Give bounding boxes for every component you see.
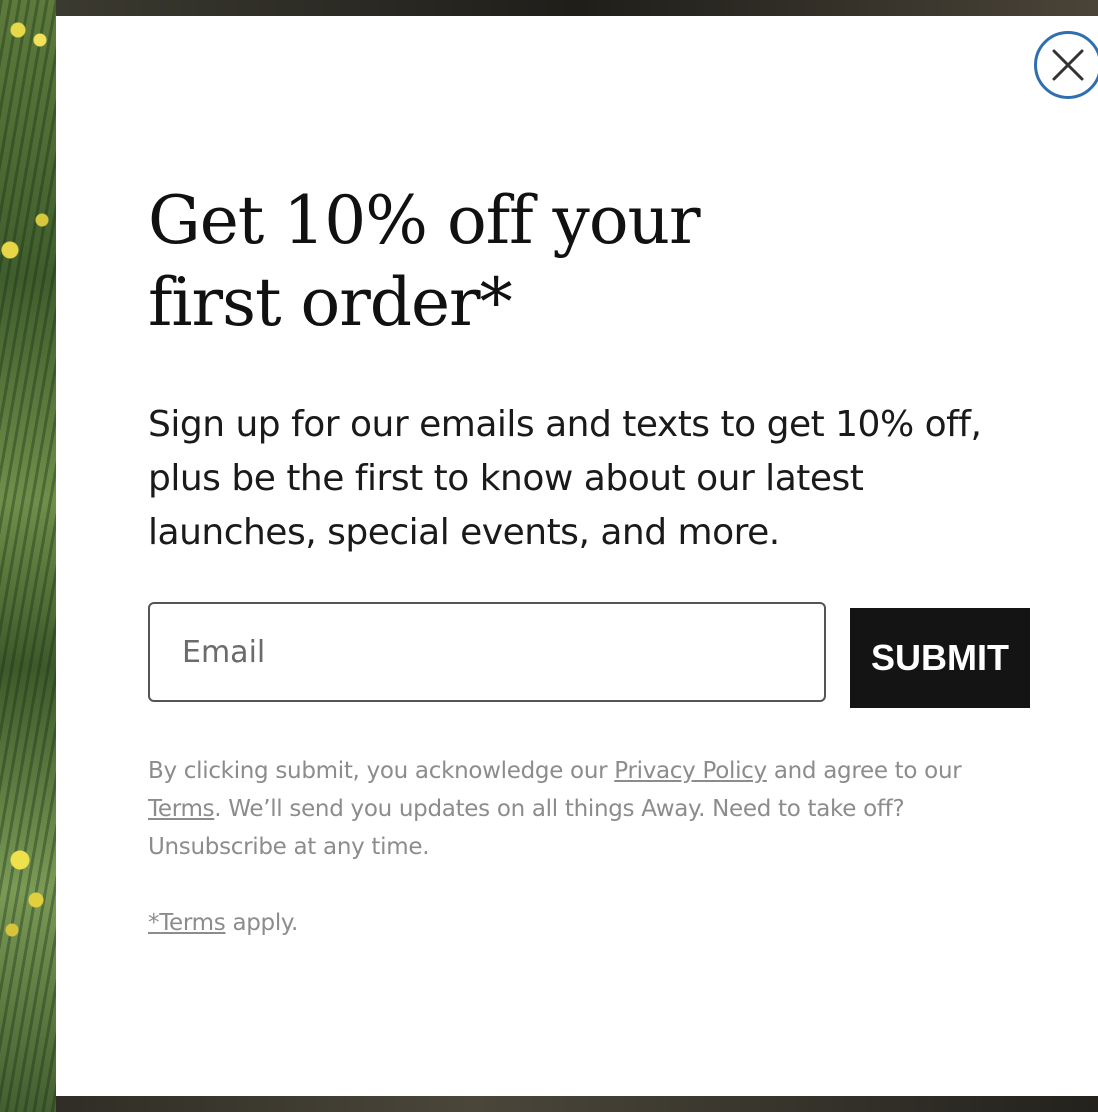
close-icon <box>1052 49 1084 81</box>
headline-line-2: first order* <box>148 264 513 341</box>
terms-apply-link[interactable]: *Terms <box>148 910 226 936</box>
terms-apply-suffix: apply. <box>225 910 298 936</box>
privacy-policy-link[interactable]: Privacy Policy <box>614 758 767 784</box>
terms-apply-note: *Terms apply. <box>148 904 298 942</box>
description-line-2: plus be the first to know about our late… <box>148 458 864 499</box>
submit-button[interactable]: SUBMIT <box>850 608 1030 708</box>
legal-disclaimer: By clicking submit, you acknowledge our … <box>148 752 1008 866</box>
legal-text-3: . We’ll send you updates on all things A… <box>214 796 905 822</box>
legal-text-4: Unsubscribe at any time. <box>148 834 430 860</box>
background-top-edge <box>56 0 1098 16</box>
headline-line-1: Get 10% off your <box>148 182 701 259</box>
modal-description: Sign up for our emails and texts to get … <box>148 398 1048 560</box>
description-line-3: launches, special events, and more. <box>148 512 780 553</box>
background-bottom-edge <box>56 1096 1098 1112</box>
terms-link[interactable]: Terms <box>148 796 215 822</box>
description-line-1: Sign up for our emails and texts to get … <box>148 404 982 445</box>
background-foliage-photo <box>0 0 56 1112</box>
close-button[interactable] <box>1034 31 1098 99</box>
legal-text-2: and agree to our <box>766 758 962 784</box>
signup-modal: Get 10% off your first order* Sign up for… <box>56 16 1098 1096</box>
legal-text-1: By clicking submit, you acknowledge our <box>148 758 615 784</box>
email-input[interactable] <box>148 602 826 702</box>
modal-headline: Get 10% off your first order* <box>148 180 701 344</box>
